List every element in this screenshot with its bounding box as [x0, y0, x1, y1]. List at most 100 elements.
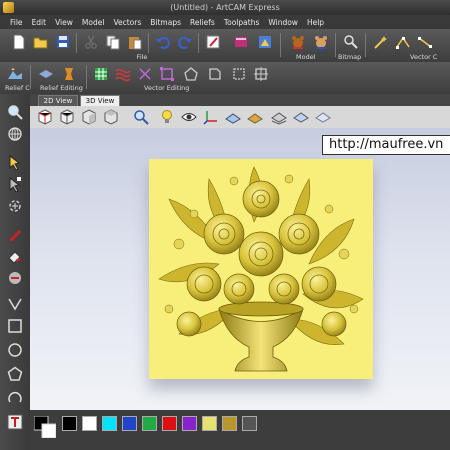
text-icon — [7, 414, 23, 430]
color-swatch[interactable] — [102, 416, 117, 431]
open-button[interactable] — [32, 33, 50, 51]
new-button[interactable] — [10, 33, 28, 51]
color-swatch[interactable] — [222, 416, 237, 431]
globe-tool-button[interactable] — [5, 124, 25, 144]
model-button[interactable] — [256, 33, 274, 51]
circle-tool-button[interactable] — [5, 340, 25, 360]
color-swatch[interactable] — [242, 416, 257, 431]
arc-tool-button[interactable] — [5, 388, 25, 408]
relief-create-button[interactable] — [6, 65, 24, 83]
shape-tool-button[interactable] — [5, 294, 25, 314]
pen-tool-button[interactable] — [5, 224, 25, 244]
3d-viewport[interactable]: http://maufree.vn — [30, 128, 450, 410]
flat-shade-button[interactable] — [314, 108, 332, 126]
edit-button[interactable] — [204, 33, 222, 51]
globe-icon — [8, 127, 22, 141]
color-swatch[interactable] — [82, 416, 97, 431]
wave-icon — [115, 68, 131, 82]
book-icon — [235, 37, 247, 47]
relief-sculpt-button[interactable] — [60, 65, 78, 83]
menu-model[interactable]: Model — [82, 18, 105, 27]
tab-3d-view[interactable]: 3D View — [80, 95, 120, 106]
wireframe-button[interactable] — [270, 108, 288, 126]
offset-icon — [209, 68, 221, 80]
view-toolbar — [30, 106, 450, 129]
vector-blend-button[interactable] — [136, 65, 154, 83]
color-swatch[interactable] — [62, 416, 77, 431]
book-button[interactable] — [232, 33, 250, 51]
vector-offset-button[interactable] — [206, 65, 224, 83]
current-color-swatch[interactable] — [34, 416, 56, 438]
vector-transform-button[interactable] — [252, 65, 270, 83]
zoom-tool-button[interactable] — [5, 102, 25, 122]
vector-polygon-button[interactable] — [182, 65, 200, 83]
color-swatch[interactable] — [162, 416, 177, 431]
toolbar-separator — [86, 65, 87, 89]
paint-tool-button[interactable] — [5, 246, 25, 266]
menu-reliefs[interactable]: Reliefs — [190, 18, 215, 27]
color-swatch[interactable] — [202, 416, 217, 431]
paste-icon — [129, 37, 142, 50]
rectangle-tool-button[interactable] — [5, 316, 25, 336]
menu-edit[interactable]: Edit — [32, 18, 47, 27]
select-tool-button[interactable] — [5, 152, 25, 172]
blend-icon — [139, 68, 151, 80]
tab-2d-view[interactable]: 2D View — [38, 95, 78, 106]
color-swatch[interactable] — [182, 416, 197, 431]
relief-model[interactable] — [149, 159, 373, 379]
view-iso-button[interactable] — [36, 108, 54, 126]
menu-toolpaths[interactable]: Toolpaths — [224, 18, 260, 27]
view-front-button[interactable] — [58, 108, 76, 126]
cut-button[interactable] — [82, 33, 100, 51]
bitmap-tool-button[interactable] — [342, 33, 360, 51]
axes-button[interactable] — [202, 108, 220, 126]
bear-outline-button[interactable] — [312, 33, 330, 51]
undo-button[interactable] — [154, 33, 172, 51]
menu-window[interactable]: Window — [268, 18, 298, 27]
fill-tool-button[interactable] — [5, 268, 25, 288]
magnifier-icon — [134, 110, 149, 125]
zoom-view-button[interactable] — [132, 108, 150, 126]
paste-button[interactable] — [126, 33, 144, 51]
title-bar: (Untitled) - ArtCAM Express — [0, 0, 450, 15]
view-side-button[interactable] — [80, 108, 98, 126]
polygon-tool-button[interactable] — [5, 364, 25, 384]
menu-vectors[interactable]: Vectors — [113, 18, 141, 27]
transform-tool-button[interactable] — [5, 196, 25, 216]
menu-file[interactable]: File — [10, 18, 23, 27]
plane-button[interactable] — [224, 108, 242, 126]
bear-icon — [292, 36, 304, 49]
node-edit-tool-button[interactable] — [5, 174, 25, 194]
menu-bar: File Edit View Model Vectors Bitmaps Rel… — [0, 15, 450, 29]
wand-button[interactable] — [372, 33, 390, 51]
relief-smooth-button[interactable] — [37, 65, 55, 83]
cube-top-icon — [104, 109, 118, 125]
plane-icon — [225, 113, 241, 124]
vector-select-icon — [160, 67, 174, 81]
light-button[interactable] — [158, 108, 176, 126]
menu-bitmaps[interactable]: Bitmaps — [150, 18, 181, 27]
menu-help[interactable]: Help — [307, 18, 324, 27]
view-top-button[interactable] — [102, 108, 120, 126]
wireframe-icon — [271, 112, 287, 125]
vector-wave-button[interactable] — [114, 65, 132, 83]
color-swatch[interactable] — [122, 416, 137, 431]
vector-trim-button[interactable] — [230, 65, 248, 83]
vector-select-button[interactable] — [158, 65, 176, 83]
bear-model-button[interactable] — [289, 33, 307, 51]
shade-button[interactable] — [246, 108, 264, 126]
render-button[interactable] — [180, 108, 198, 126]
toolbar-separator — [198, 33, 199, 53]
left-tool-bar — [0, 94, 30, 450]
cut-icon — [85, 35, 97, 49]
save-button[interactable] — [54, 33, 72, 51]
menu-view[interactable]: View — [55, 18, 73, 27]
color-swatch[interactable] — [142, 416, 157, 431]
material-button[interactable] — [292, 108, 310, 126]
vector-nodes-button[interactable] — [394, 33, 412, 51]
redo-button[interactable] — [176, 33, 194, 51]
copy-button[interactable] — [104, 33, 122, 51]
text-tool-button[interactable] — [5, 412, 25, 432]
vector-grid-button[interactable] — [92, 65, 110, 83]
vector-line-button[interactable] — [416, 33, 434, 51]
